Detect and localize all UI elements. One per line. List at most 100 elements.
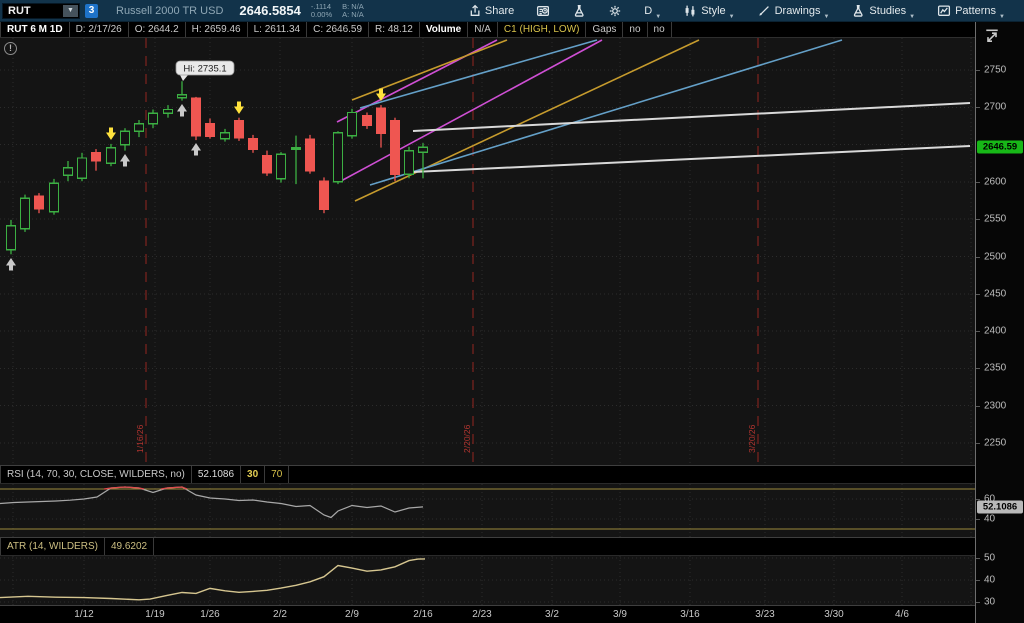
time-axis-label: 2/16 [413,609,432,620]
trendline[interactable] [352,40,507,100]
gear-icon [608,4,622,18]
time-axis-label: 1/26 [200,609,219,620]
price-axis-label: 2500 [984,251,1006,262]
settings-button[interactable] [597,0,633,22]
symbol-dropdown-caret-icon[interactable]: ▼ [63,5,78,17]
drawings-button-label: Drawings [775,5,821,17]
news-button[interactable] [525,0,561,22]
last-price: 2646.5854 [239,3,300,18]
bid-ask-stack: B: N/A A: N/A [342,3,364,19]
candle[interactable] [92,149,101,171]
price-axis-label: 2400 [984,326,1006,337]
chevron-down-icon: ▼ [909,14,915,20]
symbol-input[interactable]: RUT ▼ [2,3,80,19]
high-value[interactable]: H: 2659.46 [186,22,248,37]
drawings-button[interactable]: Drawings▼ [746,0,841,22]
candle[interactable] [50,179,59,215]
top-toolbar: RUT ▼ 3 Russell 2000 TR USD 2646.5854 -.… [0,0,1024,22]
trendline[interactable] [413,146,970,172]
candle[interactable] [391,118,400,182]
rsi-value[interactable]: 52.1086 [192,466,241,483]
close-value[interactable]: C: 2646.59 [307,22,369,37]
volume-value[interactable]: N/A [468,22,498,37]
price-axis[interactable]: 2750270026002550250024502400235023002250… [975,22,1024,623]
rsi-label[interactable]: RSI (14, 70, 30, CLOSE, WILDERS, no) [0,466,192,483]
candle[interactable] [348,109,357,139]
atr-axis-label: 50 [984,553,995,564]
rsi-line [0,487,423,518]
time-axis-label: 1/12 [74,609,93,620]
quote-date[interactable]: D: 2/17/26 [70,22,129,37]
rsi-overbought[interactable]: 70 [265,466,289,483]
time-axis-label: 3/9 [613,609,627,620]
candle[interactable] [419,143,428,178]
chevron-down-icon: ▼ [729,14,735,20]
studies-button[interactable]: Studies▼ [840,0,926,22]
flask-icon [851,4,865,18]
candle[interactable] [121,128,130,150]
candle[interactable] [235,118,244,141]
svg-text:Hi: 2735.1: Hi: 2735.1 [183,64,226,75]
candle[interactable] [377,105,386,148]
gaps-value-2[interactable]: no [648,22,672,37]
candle[interactable] [7,220,16,254]
change-stack: -.1114 0.00% [311,3,332,19]
price-axis-label: 2300 [984,400,1006,411]
rsi-study-chart[interactable] [0,484,975,537]
pencil-icon [757,4,771,18]
candle[interactable] [405,147,414,178]
buy-signal-arrow-icon [120,154,130,167]
patterns-button[interactable]: Patterns▼ [926,0,1016,22]
maximize-chart-icon[interactable] [984,28,1000,44]
open-value[interactable]: O: 2644.2 [129,22,186,37]
candle[interactable] [21,195,30,232]
candle[interactable] [263,151,272,176]
linked-group-badge[interactable]: 3 [85,4,98,18]
rsi-oversold[interactable]: 30 [241,466,265,483]
timeframe-button[interactable]: D▼ [633,0,672,22]
flask-icon [572,4,586,18]
candle[interactable] [249,135,258,153]
candle[interactable] [192,97,201,140]
main-price-chart[interactable]: 1/16/262/20/263/20/26Hi: 2735.1 [0,38,975,465]
range-value[interactable]: R: 48.12 [369,22,420,37]
candle[interactable] [363,113,372,129]
atr-value[interactable]: 49.6202 [105,538,154,555]
buy-signal-arrow-icon [6,258,16,271]
comparison-label[interactable]: C1 (HIGH, LOW) [498,22,587,37]
expiration-date-label: 1/16/26 [135,424,145,453]
atr-label[interactable]: ATR (14, WILDERS) [0,538,105,555]
share-button[interactable]: Share [456,0,525,22]
trendline[interactable] [355,40,699,201]
alert-icon[interactable]: ! [4,42,17,55]
candles-icon [683,4,697,18]
volume-label[interactable]: Volume [420,22,468,37]
candle[interactable] [149,110,158,129]
atr-study-chart[interactable] [0,556,975,605]
candle[interactable] [277,152,286,183]
candle[interactable] [35,193,44,213]
candle[interactable] [292,136,301,185]
time-axis-label: 1/19 [145,609,164,620]
candle[interactable] [64,161,73,181]
candle[interactable] [306,135,315,174]
candle[interactable] [221,129,230,142]
news-icon [536,4,550,18]
time-axis[interactable]: 1/121/191/262/22/92/162/233/23/93/163/23… [0,605,975,623]
style-button[interactable]: Style▼ [672,0,745,22]
candle[interactable] [178,81,187,100]
candle[interactable] [206,119,215,139]
symbol-period[interactable]: RUT 6 M 1D [0,22,70,37]
candle[interactable] [334,131,343,184]
lab-button[interactable] [561,0,597,22]
candle[interactable] [320,177,329,213]
gaps-label[interactable]: Gaps [586,22,623,37]
candle[interactable] [135,120,144,137]
change-percent: 0.00% [311,11,332,19]
gaps-value-1[interactable]: no [623,22,647,37]
last-price-bubble: 2646.59 [977,141,1023,154]
candle[interactable] [107,144,116,166]
expiration-date-label: 2/20/26 [462,424,472,453]
low-value[interactable]: L: 2611.34 [248,22,308,37]
candle[interactable] [78,153,87,181]
